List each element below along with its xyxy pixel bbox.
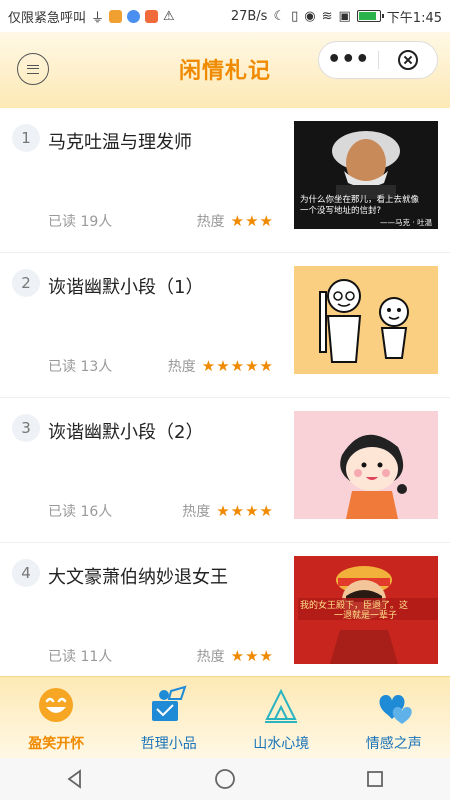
smile-icon bbox=[39, 688, 74, 722]
list-item[interactable]: 1 马克吐温与理发师 已读 19人 热度 ★★★ 为什么你坐在那儿，看上去就像 … bbox=[0, 108, 450, 253]
hearts-icon bbox=[379, 695, 412, 724]
item-title: 诙谐幽默小段（1） bbox=[48, 277, 204, 298]
back-button[interactable] bbox=[55, 764, 95, 794]
tab-label: 山水心境 bbox=[253, 736, 310, 752]
item-number: 4 bbox=[12, 559, 40, 587]
tab-philosophy[interactable]: 哲理小品 bbox=[113, 677, 226, 759]
home-button[interactable] bbox=[205, 764, 245, 794]
music-icon bbox=[127, 9, 141, 23]
tab-emotion[interactable]: 情感之声 bbox=[338, 677, 450, 759]
item-number: 3 bbox=[12, 414, 40, 442]
tab-label: 盈笑开怀 bbox=[28, 736, 85, 752]
more-button[interactable]: ••• bbox=[319, 49, 378, 71]
tab-landscape[interactable]: 山水心境 bbox=[225, 677, 338, 759]
item-title: 诙谐幽默小段（2） bbox=[48, 422, 204, 443]
star-icons: ★★★★★ bbox=[201, 357, 274, 375]
status-left: 仅限紧急呼叫 ⏚ ⚠ bbox=[8, 7, 175, 26]
thumbnail-mark-twain[interactable]: 为什么你坐在那儿，看上去就像 一个没写地址的信封? ——马克 · 吐温 bbox=[294, 121, 438, 229]
reading-person-icon bbox=[151, 685, 187, 721]
read-count: 已读 16人 bbox=[48, 504, 113, 520]
back-icon bbox=[67, 769, 81, 789]
star-icons: ★★★★ bbox=[216, 502, 274, 520]
home-icon bbox=[215, 769, 235, 789]
video-icon bbox=[145, 9, 159, 23]
network-speed: 27B/s bbox=[230, 8, 268, 24]
read-count: 已读 13人 bbox=[48, 359, 113, 375]
heat-rating: 热度 ★★★ bbox=[197, 211, 274, 231]
vibrate-icon: ▯ bbox=[291, 8, 299, 24]
eye-icon: ◉ bbox=[304, 8, 316, 24]
item-title: 大文豪萧伯纳妙退女王 bbox=[48, 567, 228, 588]
thumbnail-cartoon-duo[interactable] bbox=[294, 266, 438, 374]
bottom-tab-bar: 盈笑开怀 哲理小品 山水心境 情感之声 bbox=[0, 676, 450, 759]
image-caption: 为什么你坐在那儿，看上去就像 bbox=[300, 194, 420, 205]
item-title: 马克吐温与理发师 bbox=[48, 132, 192, 153]
carrier-text: 仅限紧急呼叫 bbox=[8, 10, 87, 26]
heat-label: 热度 bbox=[182, 504, 211, 520]
star-icons: ★★★ bbox=[230, 212, 274, 230]
list-item[interactable]: 2 诙谐幽默小段（1） 已读 13人 热度 ★★★★★ bbox=[0, 253, 450, 398]
image-caption: 一退就是一辈子 bbox=[334, 609, 397, 621]
close-icon bbox=[397, 50, 418, 70]
image-caption: 一个没写地址的信封? bbox=[300, 205, 381, 216]
heat-rating: 热度 ★★★★★ bbox=[168, 356, 274, 376]
app-notification-icon bbox=[109, 9, 123, 23]
usb-icon: ⏚ bbox=[91, 10, 105, 26]
heat-label: 热度 bbox=[167, 359, 196, 375]
list-item[interactable]: 3 诙谐幽默小段（2） 已读 16人 热度 ★★★★ bbox=[0, 398, 450, 543]
star-icons: ★★★ bbox=[230, 647, 274, 665]
read-count: 已读 19人 bbox=[48, 214, 113, 230]
tab-label: 哲理小品 bbox=[140, 736, 197, 752]
clock: 下午1:45 bbox=[386, 10, 442, 26]
heat-label: 热度 bbox=[196, 649, 225, 665]
wifi-icon: ≋ bbox=[321, 8, 333, 24]
item-number: 1 bbox=[12, 124, 40, 152]
heat-rating: 热度 ★★★★ bbox=[182, 501, 274, 521]
app-header: 闲情札记 ••• bbox=[0, 32, 450, 108]
item-number: 2 bbox=[12, 269, 40, 297]
tab-label: 情感之声 bbox=[365, 736, 422, 752]
read-count: 已读 11人 bbox=[48, 649, 113, 665]
image-caption: ——马克 · 吐温 bbox=[380, 218, 433, 227]
sim-icon: ▣ bbox=[338, 8, 351, 24]
heat-rating: 热度 ★★★ bbox=[197, 646, 274, 666]
list-item[interactable]: 4 大文豪萧伯纳妙退女王 已读 11人 热度 ★★★ 我的女王殿下，臣退了。这 … bbox=[0, 543, 450, 676]
recent-apps-icon bbox=[367, 771, 383, 787]
moon-icon: ☾ bbox=[273, 8, 286, 24]
close-button[interactable] bbox=[379, 50, 438, 70]
warning-icon: ⚠ bbox=[163, 8, 175, 24]
image-caption: 我的女王殿下，臣退了。这 bbox=[300, 599, 408, 611]
system-nav-bar bbox=[0, 758, 450, 800]
thumbnail-queen-cartoon[interactable]: 我的女王殿下，臣退了。这 一退就是一辈子 bbox=[294, 556, 438, 664]
battery-icon bbox=[356, 10, 384, 22]
heat-label: 热度 bbox=[196, 214, 225, 230]
mini-program-capsule: ••• bbox=[318, 41, 438, 79]
article-list: 1 马克吐温与理发师 已读 19人 热度 ★★★ 为什么你坐在那儿，看上去就像 … bbox=[0, 108, 450, 676]
status-bar: 仅限紧急呼叫 ⏚ ⚠ 27B/s ☾ ▯ ◉ ≋ ▣ 下午1:45 bbox=[0, 0, 450, 32]
mountain-icon bbox=[265, 688, 298, 723]
thumbnail-cartoon-girl[interactable] bbox=[294, 411, 438, 519]
status-right: 27B/s ☾ ▯ ◉ ≋ ▣ 下午1:45 bbox=[231, 7, 442, 26]
tab-humor[interactable]: 盈笑开怀 bbox=[0, 677, 113, 759]
recent-apps-button[interactable] bbox=[355, 764, 395, 794]
